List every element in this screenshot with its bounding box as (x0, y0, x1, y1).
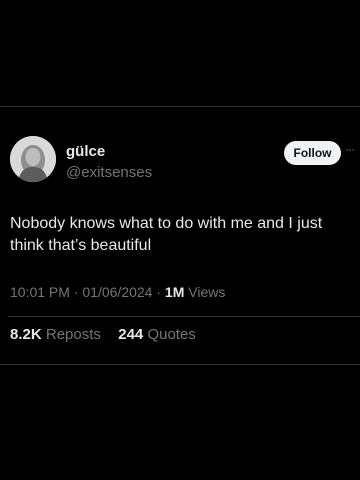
profile-avatar[interactable] (10, 136, 56, 182)
tweet-time[interactable]: 10:01 PM (10, 284, 70, 300)
reposts-link[interactable]: 8.2K Reposts (10, 326, 105, 343)
top-divider (0, 106, 360, 107)
tweet-metadata: 10:01 PM · 01/06/2024 · 1M Views (10, 284, 225, 300)
reposts-label: Reposts (45, 326, 101, 343)
quotes-link[interactable]: 244 Quotes (118, 326, 196, 343)
user-handle[interactable]: @exitsenses (66, 164, 152, 181)
views-label: Views (188, 284, 226, 300)
quotes-count: 244 (118, 326, 144, 343)
quotes-label: Quotes (147, 326, 196, 343)
meta-separator: · (156, 284, 162, 300)
meta-divider (8, 316, 360, 317)
display-name[interactable]: gülce (66, 143, 105, 160)
views-count: 1M (164, 284, 185, 300)
tweet-text: Nobody knows what to do with me and I ju… (10, 215, 323, 254)
follow-button[interactable]: Follow (284, 141, 341, 165)
reposts-count: 8.2K (10, 326, 42, 343)
more-options-icon[interactable]: ··· (345, 143, 360, 156)
meta-separator: · (73, 284, 79, 300)
avatar-image (10, 136, 56, 182)
bottom-divider (0, 364, 360, 365)
engagement-stats: 8.2K Reposts 244 Quotes (10, 326, 196, 343)
tweet-date[interactable]: 01/06/2024 (82, 284, 152, 300)
